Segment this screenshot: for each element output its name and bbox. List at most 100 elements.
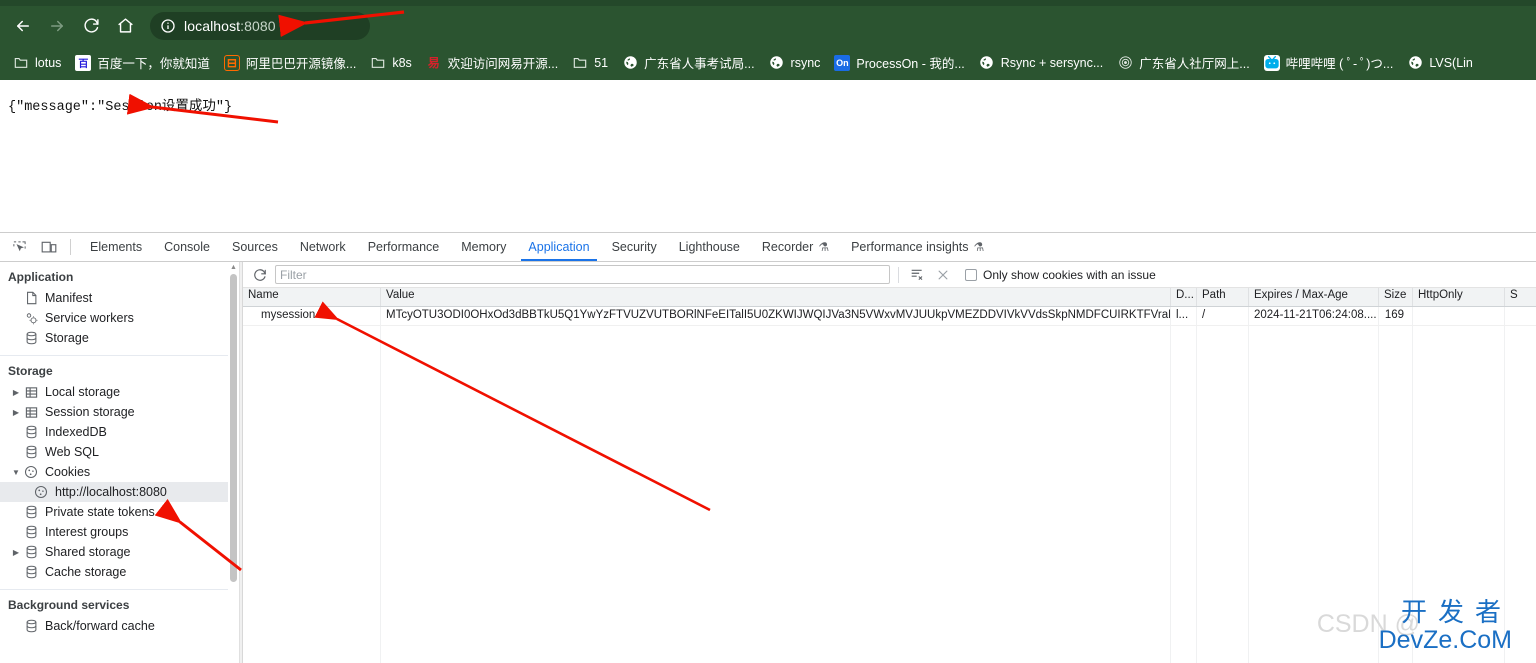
scroll-up-arrow[interactable]: ▲ (228, 262, 239, 273)
sidebar-item-storage[interactable]: Storage (0, 328, 239, 348)
bookmark-lotus[interactable]: lotus (6, 50, 68, 76)
chevron-right-icon[interactable]: ▶ (10, 388, 22, 397)
sidebar-item-cookies[interactable]: ▼ Cookies (0, 462, 239, 482)
clear-all-cookies-icon[interactable] (933, 265, 953, 285)
tab-application[interactable]: Application (517, 233, 600, 261)
cell-size: 169 (1379, 307, 1413, 325)
gears-icon (22, 311, 40, 326)
column-header-value[interactable]: Value (381, 288, 1171, 306)
address-bar[interactable]: localhost:8080 (150, 11, 370, 40)
processon-icon: On (834, 54, 851, 71)
chevron-right-icon[interactable]: ▶ (10, 408, 22, 417)
sidebar-item-cookie-origin[interactable]: http://localhost:8080 (0, 482, 239, 502)
bookmark-gd-renshe[interactable]: 广东省人社厅网上... (1110, 50, 1256, 76)
cookies-panel: Only show cookies with an issue Name Val… (243, 262, 1536, 663)
sidebar-item-private-state-tokens[interactable]: Private state tokens (0, 502, 239, 522)
tab-elements[interactable]: Elements (79, 233, 153, 261)
sidebar-scrollbar[interactable]: ▲ (228, 262, 239, 663)
only-issues-checkbox-wrapper[interactable]: Only show cookies with an issue (965, 268, 1156, 282)
sidebar-item-service-workers[interactable]: Service workers (0, 308, 239, 328)
sidebar-item-label: Storage (45, 331, 89, 345)
bookmark-lvs[interactable]: LVS(Lin (1400, 50, 1480, 76)
bookmark-netease[interactable]: 易 欢迎访问网易开源... (419, 50, 565, 76)
tab-security[interactable]: Security (601, 233, 668, 261)
bookmark-label: k8s (392, 55, 412, 70)
database-icon (22, 425, 40, 439)
back-button[interactable] (8, 11, 38, 41)
grid-col-size (1379, 326, 1413, 663)
column-header-secure[interactable]: S (1505, 288, 1536, 306)
grid-col-secure (1505, 326, 1536, 663)
grid-col-domain (1171, 326, 1197, 663)
bookmark-gd-exam[interactable]: 广东省人事考试局... (615, 50, 761, 76)
home-button[interactable] (110, 11, 140, 41)
database-icon (22, 445, 40, 459)
page-viewport: {"message":"Session设置成功"} (0, 80, 1536, 232)
tab-performance-insights[interactable]: Performance insights ⚗ (840, 233, 995, 261)
bookmark-bilibili[interactable]: 哔哩哔哩 ( ﾟ- ﾟ)つ... (1257, 50, 1401, 76)
chevron-right-icon[interactable]: ▶ (10, 548, 22, 557)
tab-console[interactable]: Console (153, 233, 221, 261)
sidebar-item-session-storage[interactable]: ▶ Session storage (0, 402, 239, 422)
tab-memory[interactable]: Memory (450, 233, 517, 261)
sidebar-item-shared-storage[interactable]: ▶ Shared storage (0, 542, 239, 562)
tab-recorder[interactable]: Recorder ⚗ (751, 233, 840, 261)
reload-button[interactable] (76, 11, 106, 41)
bookmark-rsync[interactable]: rsync (762, 50, 828, 76)
column-header-path[interactable]: Path (1197, 288, 1249, 306)
table-row[interactable]: mysession MTcyOTU3ODI0OHxOd3dBBTkU5Q1YwY… (243, 307, 1536, 326)
inspect-element-icon[interactable] (6, 235, 32, 259)
cell-path: / (1197, 307, 1249, 325)
grid-col-value (381, 326, 1171, 663)
bookmark-k8s[interactable]: k8s (363, 50, 418, 76)
bookmark-label: 广东省人事考试局... (644, 57, 755, 71)
sidebar-item-label: Shared storage (45, 545, 131, 559)
tab-sources[interactable]: Sources (221, 233, 289, 261)
chevron-down-icon[interactable]: ▼ (10, 468, 22, 477)
clear-filtered-cookies-icon[interactable] (907, 265, 927, 285)
tab-label: Lighthouse (678, 240, 740, 254)
column-header-domain[interactable]: D... (1171, 288, 1197, 306)
address-bar-text: localhost:8080 (184, 17, 276, 34)
browser-window: localhost:8080 lotus 百 百度一下，你就知道 ⊟ 阿里巴巴开… (0, 0, 1536, 663)
filter-input[interactable] (275, 265, 890, 284)
browser-toolbar: localhost:8080 (0, 6, 1536, 45)
bookmark-baidu[interactable]: 百 百度一下，你就知道 (68, 50, 217, 76)
scrollbar-thumb[interactable] (230, 274, 237, 582)
sidebar-item-cache-storage[interactable]: Cache storage (0, 562, 239, 582)
toolbar-divider (898, 266, 899, 283)
alibaba-icon: ⊟ (223, 54, 240, 71)
tab-label: Security (611, 240, 657, 254)
sidebar-item-local-storage[interactable]: ▶ Local storage (0, 382, 239, 402)
bookmark-processon[interactable]: On ProcessOn - 我的... (827, 50, 971, 76)
tab-label: Elements (90, 240, 143, 254)
sidebar-item-interest-groups[interactable]: Interest groups (0, 522, 239, 542)
cookie-icon (32, 485, 50, 499)
sidebar-item-web-sql[interactable]: Web SQL (0, 442, 239, 462)
device-toolbar-icon[interactable] (36, 235, 62, 259)
refresh-icon[interactable] (249, 265, 271, 285)
sidebar-item-back-forward-cache[interactable]: Back/forward cache (0, 616, 239, 636)
bookmark-label: ProcessOn - 我的... (856, 57, 965, 71)
tab-performance[interactable]: Performance (357, 233, 451, 261)
globe-icon (1407, 55, 1423, 71)
bookmark-51[interactable]: 51 (565, 50, 615, 76)
only-issues-checkbox[interactable] (965, 268, 977, 281)
forward-button[interactable] (42, 11, 72, 41)
sidebar-item-label: Private state tokens (45, 505, 155, 519)
cell-name: mysession (243, 307, 381, 325)
sidebar-item-manifest[interactable]: Manifest (0, 288, 239, 308)
bookmark-rsync-sersync[interactable]: Rsync + sersync... (972, 50, 1110, 76)
database-icon (22, 331, 40, 345)
column-header-httponly[interactable]: HttpOnly (1413, 288, 1505, 306)
column-header-expires[interactable]: Expires / Max-Age (1249, 288, 1379, 306)
section-title-application: Application (8, 270, 74, 284)
folder-icon (13, 55, 29, 71)
info-circle-icon[interactable] (160, 18, 176, 34)
tab-lighthouse[interactable]: Lighthouse (668, 233, 751, 261)
sidebar-item-indexeddb[interactable]: IndexedDB (0, 422, 239, 442)
column-header-name[interactable]: Name (243, 288, 381, 306)
column-header-size[interactable]: Size (1379, 288, 1413, 306)
bookmark-alibaba-mirror[interactable]: ⊟ 阿里巴巴开源镜像... (217, 50, 363, 76)
tab-network[interactable]: Network (289, 233, 357, 261)
